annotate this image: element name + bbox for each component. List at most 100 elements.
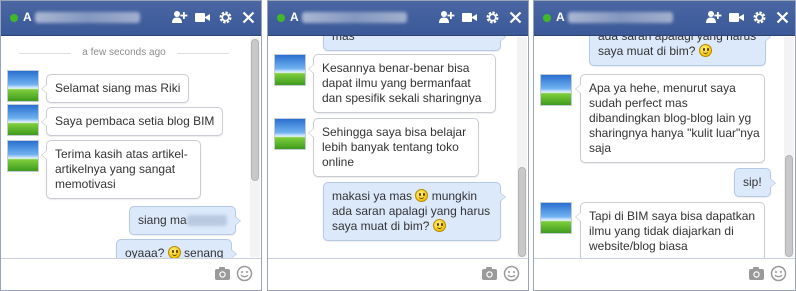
camera-icon[interactable]	[481, 266, 498, 281]
my-message-bubble: siang ma	[129, 206, 241, 235]
chat-header[interactable]: A	[1, 1, 261, 36]
message-list[interactable]: mas Kesannya benar-benar bisa dapat ilmu…	[268, 36, 516, 258]
contact-avatar[interactable]	[7, 104, 39, 136]
message-line: dan spesifik sekali sharingnya	[322, 91, 482, 105]
message-bubble: Tapi di BIM saya bisa dapatkan ilmu yang…	[575, 202, 765, 258]
chat-window-2: A mas Kesannya benar-benar bisa dapat il…	[267, 0, 529, 291]
smile-emoticon-icon	[415, 189, 429, 202]
add-friend-icon[interactable]	[171, 9, 188, 26]
gear-icon[interactable]	[484, 9, 501, 26]
my-message-bubble: oyaaa? senang	[116, 239, 238, 258]
camera-icon[interactable]	[214, 266, 231, 281]
message-line: makasi ya mas mungkin	[332, 189, 478, 203]
contact-avatar[interactable]	[540, 202, 572, 234]
message-line: dapat ilmu yang bermanfaat	[322, 76, 471, 90]
message-bubble: Apa ya hehe, menurut saya sudah perfect …	[575, 74, 765, 163]
online-status-dot	[277, 14, 285, 22]
smile-emoticon-icon	[698, 44, 712, 57]
message-line: Apa ya hehe, menurut saya	[589, 81, 736, 95]
scrollbar-thumb[interactable]	[785, 155, 793, 257]
contact-avatar[interactable]	[7, 70, 39, 102]
message-text: Saya pembaca setia blog BIM	[55, 114, 215, 128]
header-actions	[438, 9, 524, 26]
message-list[interactable]: ada saran apalagi yang harus saya muat d…	[534, 36, 783, 258]
smile-emoticon-icon	[167, 246, 181, 258]
contact-avatar[interactable]	[7, 140, 39, 172]
my-message-bubble: makasi ya mas mungkin ada saran apalagi …	[323, 182, 506, 241]
message-line: ada saran apalagi yang harus	[598, 36, 757, 43]
blurred-contact-name	[34, 12, 140, 24]
online-status-dot	[543, 14, 551, 22]
chat-header[interactable]: A	[268, 1, 528, 36]
blurred-name	[186, 215, 227, 227]
chat-title[interactable]: A	[23, 10, 140, 24]
header-actions	[705, 9, 791, 26]
contact-avatar[interactable]	[274, 54, 306, 86]
chat-header[interactable]: A	[534, 1, 795, 36]
message-line: dibandingkan blog-blog lain yg	[589, 111, 752, 125]
message-line: sharingnya hanya "kulit luar"nya	[589, 126, 760, 140]
message-text: senang	[180, 246, 224, 258]
my-message-bubble: sip!	[734, 168, 776, 197]
scrollbar[interactable]	[517, 37, 527, 257]
add-friend-icon[interactable]	[438, 9, 455, 26]
gear-icon[interactable]	[217, 9, 234, 26]
message-bubble: Terima kasih atas artikel- artikelnya ya…	[41, 140, 201, 199]
emoji-icon[interactable]	[770, 265, 787, 282]
message-line: sudah perfect mas	[589, 96, 688, 110]
contact-avatar[interactable]	[540, 74, 572, 106]
chat-title[interactable]: A	[556, 10, 673, 24]
message-line: Terima kasih atas artikel-	[55, 147, 188, 161]
close-icon[interactable]	[507, 9, 524, 26]
video-call-icon[interactable]	[461, 9, 478, 26]
chat-window-3: A ada saran apalagi yang harus saya muat…	[533, 0, 796, 291]
message-text: siang ma	[138, 213, 187, 227]
message-line: saja	[589, 141, 612, 155]
message-text: oyaaa?	[125, 246, 168, 258]
message-line: memotivasi	[55, 177, 116, 191]
message-line: Kesannya benar-benar bisa	[322, 61, 470, 75]
camera-icon[interactable]	[748, 266, 765, 281]
message-line: online	[322, 155, 355, 169]
message-input-bar[interactable]	[268, 258, 528, 290]
video-call-icon[interactable]	[194, 9, 211, 26]
scrollbar[interactable]	[784, 37, 794, 257]
message-line: ada saran apalagi yang harus	[332, 204, 491, 218]
blurred-contact-name	[567, 12, 673, 24]
message-text: sip!	[743, 175, 762, 189]
emoji-icon[interactable]	[503, 265, 520, 282]
close-icon[interactable]	[240, 9, 257, 26]
emoji-icon[interactable]	[236, 265, 253, 282]
message-line: lebih banyak tentang toko	[322, 140, 459, 154]
timestamp-divider: a few seconds ago	[13, 47, 235, 59]
close-icon[interactable]	[774, 9, 791, 26]
my-message-bubble: ada saran apalagi yang harus saya muat d…	[589, 36, 771, 66]
message-line: Tapi di BIM saya bisa dapatkan	[589, 209, 756, 223]
gear-icon[interactable]	[751, 9, 768, 26]
video-call-icon[interactable]	[728, 9, 745, 26]
message-input-bar[interactable]	[534, 258, 795, 290]
blurred-contact-name	[301, 12, 407, 24]
message-line: saya muat di bim?	[332, 219, 492, 234]
message-list[interactable]: a few seconds ago Selamat siang mas Riki…	[1, 36, 249, 258]
message-line: website/blog biasa	[589, 239, 688, 253]
scrollbar-thumb[interactable]	[251, 39, 259, 181]
chat-title[interactable]: A	[290, 10, 407, 24]
add-friend-icon[interactable]	[705, 9, 722, 26]
message-bubble: Sehingga saya bisa belajar lebih banyak …	[308, 118, 479, 177]
header-actions	[171, 9, 257, 26]
message-line: artikelnya yang sangat	[55, 162, 176, 176]
message-line: Sehingga saya bisa belajar	[322, 125, 467, 139]
message-input-bar[interactable]	[1, 258, 261, 290]
smile-emoticon-icon	[432, 219, 446, 232]
message-line: ilmu yang tidak diajarkan di	[589, 224, 734, 238]
scrollbar-thumb[interactable]	[518, 167, 526, 257]
message-text: mas	[332, 36, 355, 43]
scrollbar[interactable]	[250, 37, 260, 257]
online-status-dot	[10, 14, 18, 22]
message-bubble: Kesannya benar-benar bisa dapat ilmu yan…	[308, 54, 496, 113]
message-bubble: Selamat siang mas Riki	[40, 74, 190, 103]
contact-avatar[interactable]	[274, 118, 306, 150]
my-message-bubble: mas	[323, 36, 506, 51]
chat-window-1: A a few seconds ago Selamat siang mas Ri…	[0, 0, 262, 291]
